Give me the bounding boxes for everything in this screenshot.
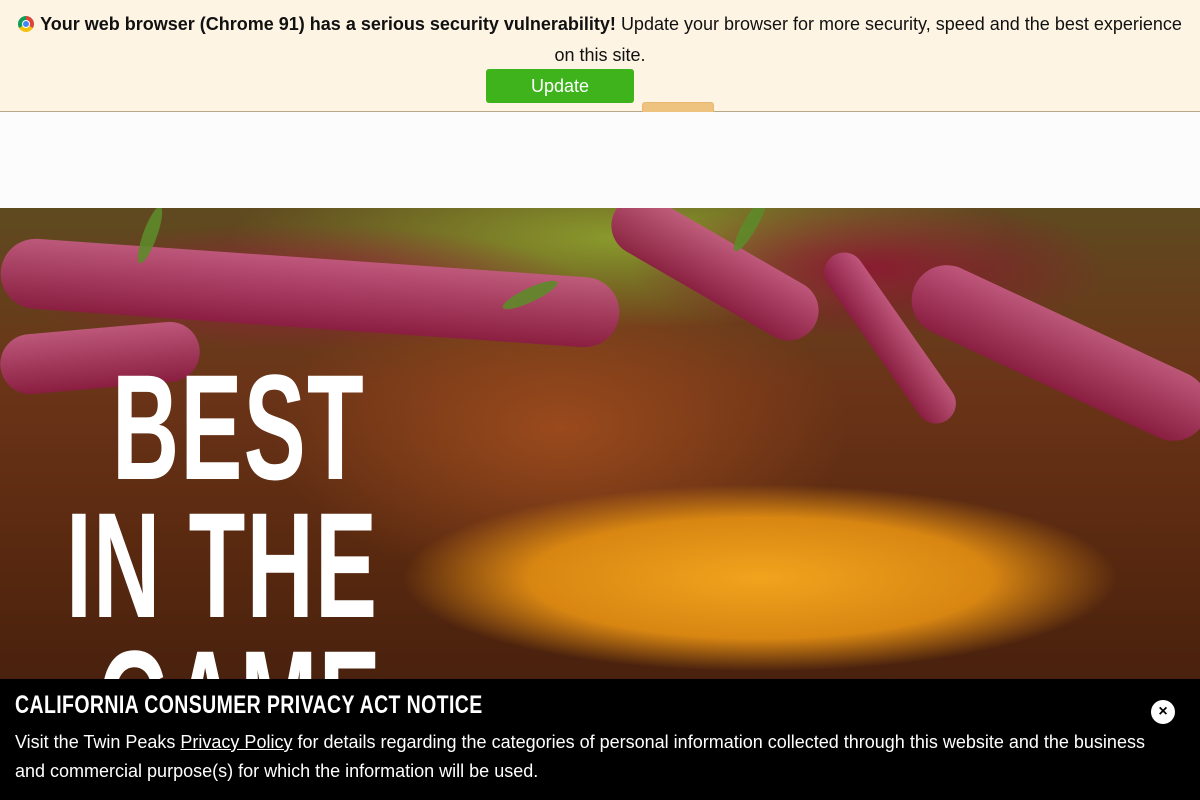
- hero-headline-line: BEST: [112, 343, 365, 511]
- update-message-bold: Your web browser (Chrome 91) has a serio…: [40, 14, 616, 34]
- update-message-text: Update your browser for more security, s…: [554, 14, 1182, 65]
- privacy-text-before: Visit the Twin Peaks: [15, 732, 181, 752]
- site-header: [0, 112, 1200, 208]
- privacy-notice-text: Visit the Twin Peaks Privacy Policy for …: [15, 728, 1155, 786]
- update-browser-button[interactable]: Update browser: [486, 69, 634, 130]
- onion-slice: [900, 253, 1200, 453]
- hero-headline-line: IN THE: [66, 481, 379, 649]
- herb-garnish: [728, 208, 772, 255]
- privacy-notice: CALIFORNIA CONSUMER PRIVACY ACT NOTICE V…: [0, 679, 1200, 800]
- chrome-icon: [18, 16, 35, 32]
- privacy-policy-link[interactable]: Privacy Policy: [180, 732, 292, 752]
- close-icon[interactable]: ×: [1151, 700, 1175, 724]
- onion-slice: [600, 208, 830, 352]
- browser-update-banner: Your web browser (Chrome 91) has a serio…: [0, 0, 1200, 136]
- privacy-notice-title: CALIFORNIA CONSUMER PRIVACY ACT NOTICE: [15, 691, 483, 719]
- update-message: Your web browser (Chrome 91) has a serio…: [10, 9, 1190, 71]
